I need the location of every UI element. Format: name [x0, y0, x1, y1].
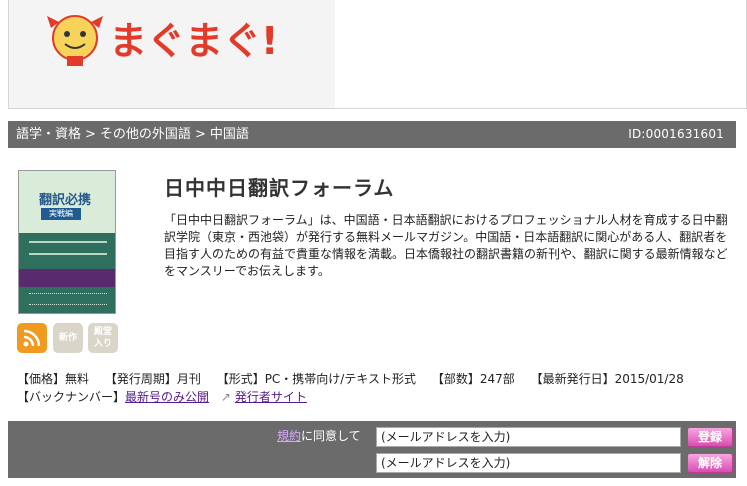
unsubscribe-email-input[interactable] — [376, 453, 681, 473]
external-link-icon: ↗ — [220, 390, 231, 404]
breadcrumb: 語学・資格 > その他の外国語 > 中国語 ID:0001631601 — [8, 121, 736, 148]
new-badge: 新作 — [53, 323, 83, 353]
magazine-cover-image: 翻訳必携 実戦編 — [18, 170, 116, 314]
meta-subscribers: 【部数】247部 — [431, 372, 515, 386]
subscribe-button[interactable]: 登録 — [687, 427, 733, 447]
cover-badge: 実戦編 — [41, 208, 81, 220]
hall-of-fame-badge: 殿堂 入り — [88, 323, 118, 353]
breadcrumb-separator: > — [85, 127, 96, 142]
breadcrumb-item-other-language[interactable]: その他の外国語 — [100, 127, 191, 142]
breadcrumb-separator: > — [194, 127, 206, 142]
meta-format: 【形式】PC・携帯向け/テキスト形式 — [216, 372, 416, 386]
site-logo[interactable]: まぐまぐ! — [9, 0, 335, 108]
meta-row: 【バックナンバー】最新号のみ公開 ↗ 発行者サイト — [17, 388, 696, 406]
cover-rule — [29, 241, 107, 243]
publisher-site-link[interactable]: 発行者サイト — [235, 390, 307, 404]
rss-icon[interactable] — [17, 323, 47, 353]
cover-rule — [29, 253, 107, 255]
meta-latest-date: 【最新発行日】2015/01/28 — [530, 372, 684, 386]
svg-text:まぐまぐ!: まぐまぐ! — [109, 19, 278, 63]
meta-cycle: 【発行周期】月刊 — [104, 372, 201, 386]
magazine-id: ID:0001631601 — [628, 127, 724, 141]
breadcrumb-item-language[interactable]: 語学・資格 — [16, 127, 81, 142]
cover-band — [19, 269, 115, 287]
mascot-logo-icon: まぐまぐ! — [47, 15, 278, 66]
terms-agreement: 規約に同意して — [277, 427, 361, 444]
magazine-title: 日中中日翻訳フォーラム — [164, 176, 395, 200]
site-header: まぐまぐ! — [8, 0, 747, 109]
agree-text: に同意して — [301, 429, 361, 443]
breadcrumb-item-chinese[interactable]: 中国語 — [210, 127, 249, 142]
magazine-description: 「日中中日翻訳フォーラム」は、中国語・日本語翻訳におけるプロフェッショナル人材を… — [164, 213, 728, 278]
hall-of-fame-badge-line: 入り — [93, 339, 112, 349]
cover-title: 翻訳必携 — [39, 193, 92, 208]
unsubscribe-button[interactable]: 解除 — [687, 453, 733, 473]
meta-row: 【価格】無料 【発行周期】月刊 【形式】PC・携帯向け/テキスト形式 【部数】2… — [17, 370, 696, 388]
cover-footer-lines — [29, 293, 107, 305]
meta-price: 【価格】無料 — [17, 372, 90, 386]
subscribe-email-input[interactable] — [376, 427, 681, 447]
hall-of-fame-badge-line: 殿堂 — [93, 327, 112, 337]
subscription-bar: 規約に同意して 登録 解除 — [8, 421, 736, 478]
terms-link[interactable]: 規約 — [277, 429, 301, 443]
backnumber-label: 【バックナンバー】 — [17, 390, 126, 404]
magazine-meta: 【価格】無料 【発行周期】月刊 【形式】PC・携帯向け/テキスト形式 【部数】2… — [17, 370, 696, 406]
backnumber-link[interactable]: 最新号のみ公開 — [125, 390, 209, 404]
